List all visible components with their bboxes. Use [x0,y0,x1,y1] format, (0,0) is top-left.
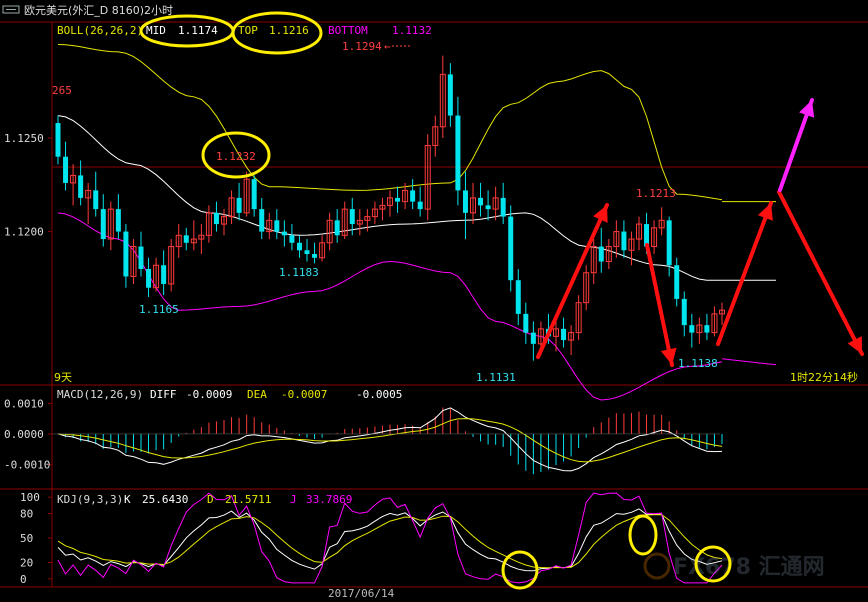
kdj-tick-label: 0 [20,573,27,586]
boll-top-label: TOP [238,24,258,37]
price-label-1-1165: 1.1165 [139,303,179,316]
candle-body-down [123,231,129,277]
candle-body-down [100,209,106,240]
candle-body-down [508,216,514,281]
candle-body-down [704,325,710,333]
candle-body-down [478,197,484,206]
candle-body-down [296,242,302,251]
price-label-1-1232: 1.1232 [216,150,256,163]
kdj-d-label: D [207,493,214,506]
forex-chart-window[interactable]: 欧元美元(外汇_D 8160)2小时 1.1250 1.1200 BOLL(26,… [0,0,868,602]
candle-body-down [138,246,144,269]
macd-tick-label: -0.0010 [4,459,50,472]
candle-body-down [259,209,265,232]
candle-body-down [183,235,189,243]
kdj-k-label: K [124,493,131,506]
kdj-k-value: 25.6430 [142,493,188,506]
candle-body-down [236,197,242,213]
kdj-d-value: 21.5711 [225,493,271,506]
candle-body-down [621,231,627,251]
candle-body-down [689,325,695,333]
candle-body-down [312,254,318,258]
candle-body-down [598,246,604,262]
price-label-1-1213: 1.1213 [636,187,676,200]
price-label-1-1138: 1.1138 [678,357,718,370]
candle-body-down [334,220,340,236]
candle-body-down [274,220,280,232]
kdj-indicator-label: KDJ(9,3,3) [57,493,123,506]
kdj-tick-label: 20 [20,557,33,570]
macd-dea-label: DEA [247,388,267,401]
date-axis-label: 2017/06/14 [328,587,395,600]
boll-bottom-value: 1.1132 [392,24,432,37]
macd-dea-value: -0.0007 [281,388,327,401]
candle-body-down [674,265,680,299]
boll-mid-value: 1.1174 [178,24,218,37]
price-label-265: 265 [52,84,72,97]
candle-body-down [93,190,99,210]
candle-body-down [55,123,61,157]
macd-tick-label: 0.0000 [4,428,44,441]
candle-body-down [63,156,69,183]
candle-body-down [146,268,152,288]
candle-body-down [561,328,567,341]
candle-body-down [530,332,536,344]
boll-bottom-label: BOTTOM [328,24,368,37]
macd-diff-label: DIFF [150,388,177,401]
candle-body-down [304,250,310,255]
bar-countdown: 1时22分14秒 [790,370,858,384]
candle-body-down [500,197,506,217]
candle-body-down [395,197,401,202]
candle-body-down [410,190,416,202]
candle-body-down [523,313,529,333]
candle-body-down [515,280,521,314]
boll-top-value: 1.1216 [269,24,309,37]
price-label-1-1294: 1.1294 [342,40,382,53]
kdj-j-value: 33.7869 [306,493,352,506]
kdj-tick-label: 50 [20,532,33,545]
candle-body-down [462,190,468,213]
macd-tick-label: 0.0010 [4,397,44,410]
price-label-1-1183: 1.1183 [279,266,319,279]
days-label: 9天 [54,371,72,384]
candle-body-down [455,115,461,191]
candle-body-down [447,74,453,116]
window-title-bar: 欧元美元(外汇_D 8160)2小时 [2,4,173,17]
macd-indicator-label: MACD(12,26,9) [57,388,143,401]
candle-body-down [666,220,672,266]
boll-indicator-label: BOLL(26,26,2) [57,24,143,37]
candle-body-down [213,212,219,225]
candle-body-down [78,175,84,198]
candle-body-down [161,265,167,284]
candle-body-down [251,179,257,210]
price-tick-label: 1.1200 [4,226,44,239]
candle-body-down [485,205,491,210]
candle-body-down [417,201,423,210]
price-label-arrow: ← [384,40,391,53]
macd-value: -0.0005 [356,388,402,401]
candle-body-down [281,231,287,236]
candle-body-down [349,209,355,225]
kdj-tick-label: 100 [20,491,40,504]
price-label-1-1131: 1.1131 [476,371,516,384]
boll-mid-label: MID [146,24,166,37]
candle-body-down [115,209,121,232]
window-title: 欧元美元(外汇_D 8160)2小时 [24,4,173,17]
price-tick-label: 1.1250 [4,132,44,145]
candle-body-down [289,235,295,243]
kdj-j-label: J [290,493,297,506]
macd-diff-value: -0.0009 [186,388,232,401]
candle-body-down [681,298,687,326]
kdj-tick-label: 80 [20,508,33,521]
